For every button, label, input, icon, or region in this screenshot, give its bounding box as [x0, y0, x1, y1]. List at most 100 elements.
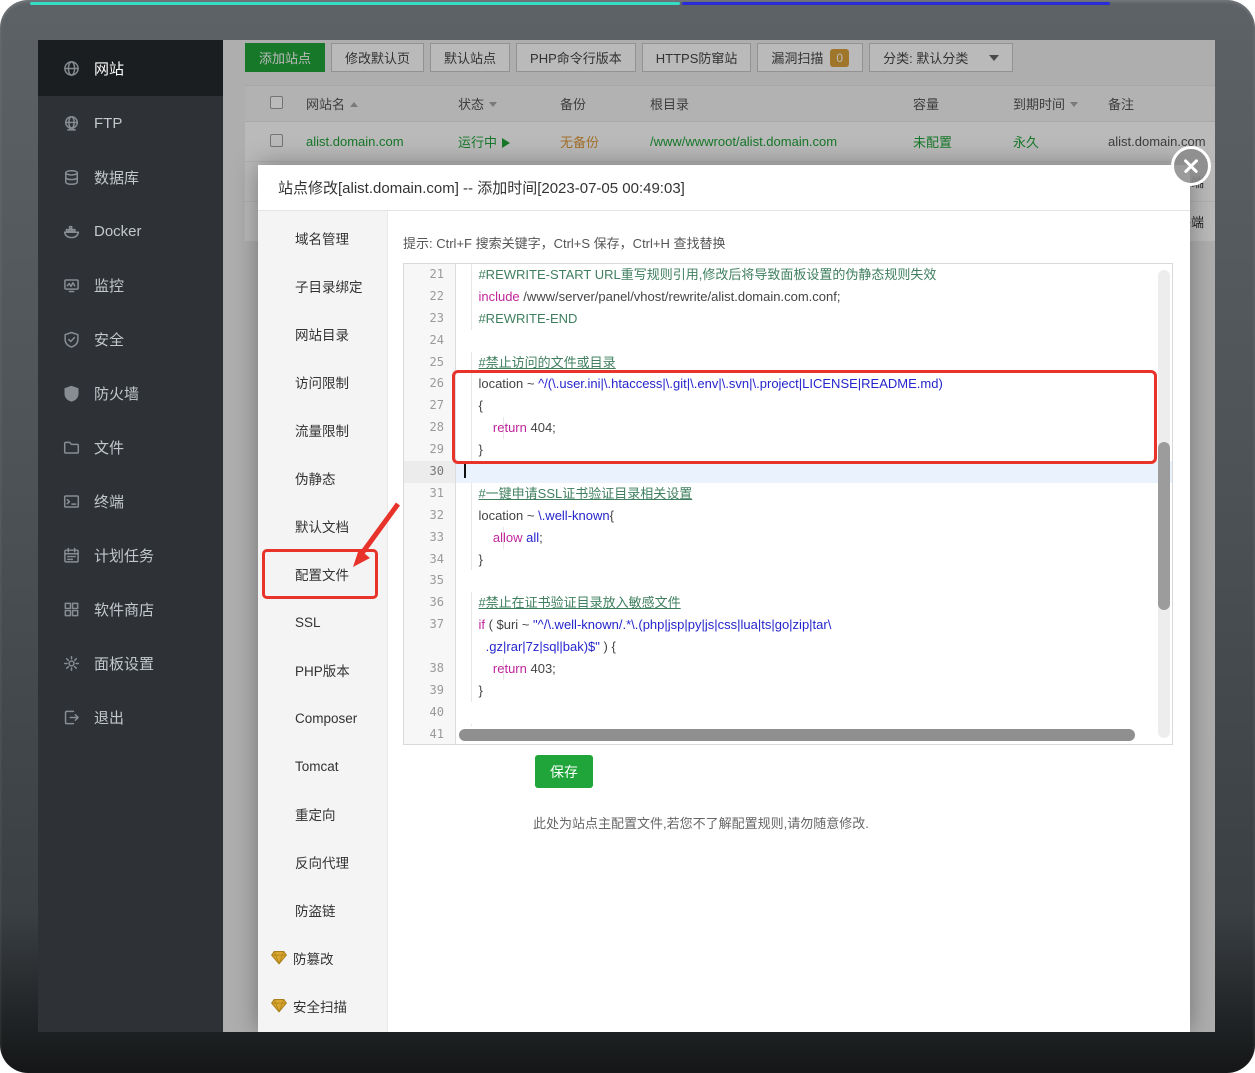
- line-number: 33: [404, 526, 456, 549]
- code-line-text: #禁止在证书验证目录放入敏感文件: [456, 592, 1172, 615]
- line-number: 35: [404, 570, 456, 593]
- sidebar-item-shield[interactable]: 防火墙: [38, 366, 223, 420]
- code-lines: 21 #REWRITE-START URL重写规则引用,修改后将导致面板设置的伪…: [404, 264, 1172, 744]
- folder-icon: [62, 438, 80, 456]
- tab-子目录绑定[interactable]: 子目录绑定: [258, 262, 387, 310]
- modal-tab-list: 域名管理子目录绑定网站目录访问限制流量限制伪静态默认文档 配置文件 SSL PHP版本…: [258, 211, 388, 1032]
- tab-label: 访问限制: [295, 376, 349, 391]
- modal-title: 站点修改[alist.domain.com] -- 添加时间[2023-07-0…: [258, 165, 1190, 211]
- editor-hscrollbar-thumb[interactable]: [459, 729, 1135, 741]
- site-edit-modal: 站点修改[alist.domain.com] -- 添加时间[2023-07-0…: [258, 146, 1211, 1032]
- tab-label: 防盗链: [295, 904, 336, 919]
- sidebar-item-shield-check[interactable]: 安全: [38, 312, 223, 366]
- tab-label: 子目录绑定: [295, 280, 363, 295]
- tab-Composer[interactable]: Composer: [258, 694, 387, 742]
- code-line-text: if ( $uri ~ "^/\.well-known/.*\.(php|jsp…: [456, 614, 1172, 637]
- tab-label: PHP版本: [295, 664, 350, 679]
- code-line: 39 }: [404, 679, 1172, 702]
- code-line: 32 location ~ \.well-known{: [404, 504, 1172, 527]
- sidebar-item-store[interactable]: 软件商店: [38, 582, 223, 636]
- calendar-icon: [62, 546, 80, 564]
- code-line: 40: [404, 701, 1172, 724]
- code-line: 35: [404, 570, 1172, 593]
- sidebar-item-label: FTP: [94, 114, 123, 132]
- tab-label: 域名管理: [295, 232, 349, 247]
- line-number: 24: [404, 329, 456, 352]
- tab-伪静态[interactable]: 伪静态: [258, 454, 387, 502]
- close-icon[interactable]: [1171, 146, 1211, 186]
- code-line: .gz|rar|7z|sql|bak)$" ) {: [404, 636, 1172, 659]
- line-number: 38: [404, 658, 456, 680]
- sidebar-item-label: 计划任务: [94, 547, 155, 565]
- sidebar-item-label: 软件商店: [94, 601, 155, 619]
- code-line: 29 }: [404, 439, 1172, 462]
- globe-icon: [62, 59, 80, 77]
- tab-PHP版本[interactable]: PHP版本: [258, 646, 387, 694]
- sidebar-item-database[interactable]: 数据库: [38, 150, 223, 204]
- sidebar-item-globe[interactable]: 网站: [38, 40, 223, 96]
- code-line-text: }: [456, 548, 1172, 571]
- screenshot-stage: 网站 FTP 数据库 Docker 监控 安全 防火墙 文件 终端 计划任务 软件商店 面板设置 退出 …: [0, 0, 1255, 1073]
- sidebar-item-docker[interactable]: Docker: [38, 204, 223, 258]
- tab-默认文档[interactable]: 默认文档: [258, 502, 387, 550]
- tab-访问限制[interactable]: 访问限制: [258, 358, 387, 406]
- sidebar-item-label: 数据库: [94, 169, 140, 187]
- sidebar-nav: 网站 FTP 数据库 Docker 监控安全防火墙 文件终端计划任务软件商店面板设置退出: [38, 40, 223, 1032]
- frame-accent-blue: [682, 2, 1110, 5]
- modal-tab-content: 提示: Ctrl+F 搜索关键字，Ctrl+S 保存，Ctrl+H 查找替换 2…: [388, 211, 1190, 1032]
- code-line-text: }: [456, 439, 1172, 462]
- config-code-editor[interactable]: 21 #REWRITE-START URL重写规则引用,修改后将导致面板设置的伪…: [403, 263, 1173, 745]
- line-number: 30: [404, 461, 456, 483]
- tab-Tomcat[interactable]: Tomcat: [258, 742, 387, 790]
- text-cursor: [464, 462, 466, 479]
- code-line: 28 return 404;: [404, 417, 1172, 440]
- line-number: 39: [404, 679, 456, 702]
- line-number: 27: [404, 395, 456, 418]
- code-line-text: .gz|rar|7z|sql|bak)$" ) {: [456, 636, 1172, 659]
- code-line: 36 #禁止在证书验证目录放入敏感文件: [404, 592, 1172, 615]
- shield-check-icon: [62, 330, 80, 348]
- tab-label: 伪静态: [295, 472, 336, 487]
- sidebar-item-label: 退出: [94, 709, 125, 727]
- line-number: 21: [404, 264, 456, 286]
- database-icon: [62, 168, 80, 186]
- tab-重定向[interactable]: 重定向: [258, 790, 387, 838]
- sidebar-item-monitor[interactable]: 监控: [38, 258, 223, 312]
- sidebar-item-label: 终端: [94, 493, 125, 511]
- tab-防篡改[interactable]: 防篡改: [258, 934, 387, 982]
- tab-流量限制[interactable]: 流量限制: [258, 406, 387, 454]
- tab-配置文件[interactable]: 配置文件: [258, 550, 387, 598]
- line-number: [404, 636, 456, 659]
- sidebar-item-label: 安全: [94, 331, 125, 349]
- tab-防盗链[interactable]: 防盗链: [258, 886, 387, 934]
- code-line: 23 #REWRITE-END: [404, 307, 1172, 330]
- sidebar-item-calendar[interactable]: 计划任务: [38, 528, 223, 582]
- code-line-text: return 403;: [456, 658, 1172, 680]
- gem-pro-icon: [270, 950, 288, 966]
- line-number: 31: [404, 482, 456, 505]
- sidebar-item-terminal[interactable]: 终端: [38, 474, 223, 528]
- code-line: 25 #禁止访问的文件或目录: [404, 351, 1172, 374]
- tab-安全扫描[interactable]: 安全扫描: [258, 982, 387, 1030]
- tab-网站目录[interactable]: 网站目录: [258, 310, 387, 358]
- tab-域名管理[interactable]: 域名管理: [258, 214, 387, 262]
- tab-反向代理[interactable]: 反向代理: [258, 838, 387, 886]
- sidebar-item-folder[interactable]: 文件: [38, 420, 223, 474]
- line-number: 29: [404, 439, 456, 462]
- tab-label: 安全扫描: [293, 1000, 347, 1015]
- gem-pro-icon: [270, 998, 288, 1014]
- editor-vscrollbar-thumb[interactable]: [1158, 442, 1170, 610]
- monitor-icon: [62, 276, 80, 294]
- save-button[interactable]: 保存: [535, 755, 593, 788]
- code-line-text: }: [456, 679, 1172, 702]
- sidebar-item-gear[interactable]: 面板设置: [38, 636, 223, 690]
- tab-SSL[interactable]: SSL: [258, 598, 387, 646]
- sidebar-item-label: Docker: [94, 222, 142, 240]
- sidebar-item-ftp[interactable]: FTP: [38, 96, 223, 150]
- sidebar-item-logout[interactable]: 退出: [38, 690, 223, 744]
- editor-hint: 提示: Ctrl+F 搜索关键字，Ctrl+S 保存，Ctrl+H 查找替换: [403, 236, 726, 251]
- code-line-text: allow all;: [456, 526, 1172, 549]
- code-line: 33 allow all;: [404, 526, 1172, 549]
